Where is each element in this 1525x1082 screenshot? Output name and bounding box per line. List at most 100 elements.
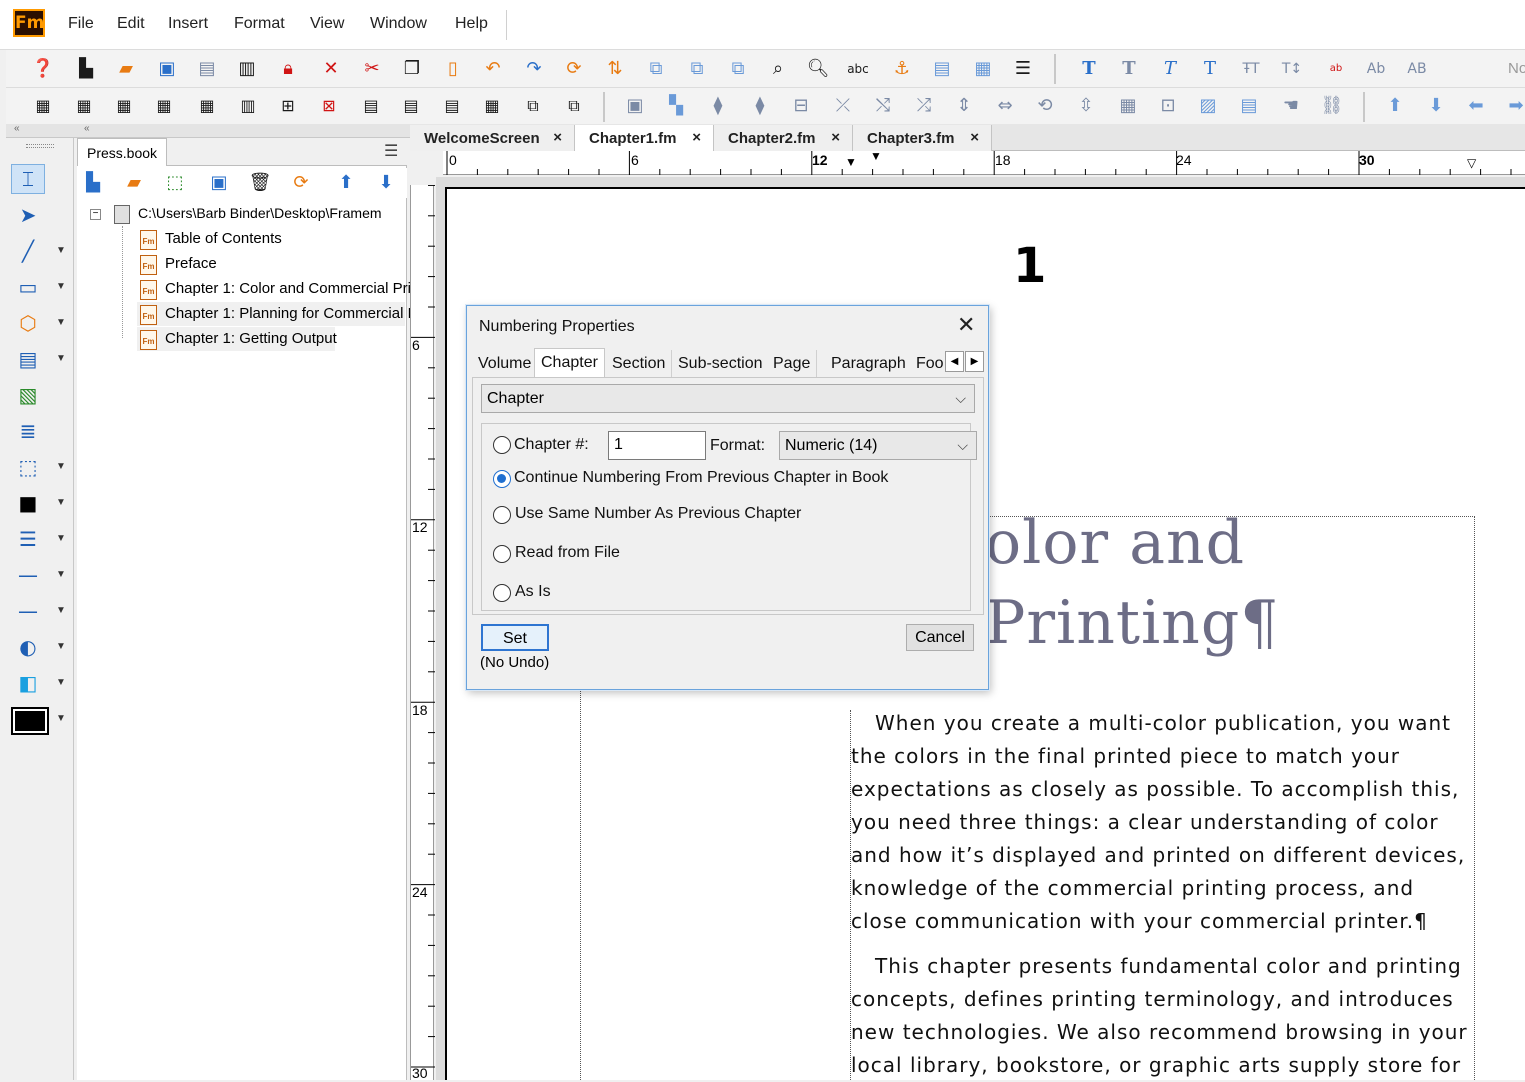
add-component-icon[interactable]: ⬚ [163, 171, 187, 195]
repeat-icon[interactable]: ⟳ [562, 57, 586, 81]
plain-t-icon[interactable]: T [1117, 57, 1141, 81]
underline-t-icon[interactable]: T [1198, 57, 1222, 81]
tint-dropdown-icon[interactable]: ▼ [56, 641, 66, 652]
chapter-heading-line2[interactable]: Printing¶ [985, 588, 1279, 658]
move-down-icon[interactable]: ⬇ [374, 171, 398, 195]
new-document-icon[interactable]: ▙ [74, 57, 98, 81]
horizontal-ruler[interactable]: 0 6 12 18 24 30 ▼ ▼ ▽ [443, 149, 1525, 175]
scroll-right-icon[interactable]: ▶ [965, 351, 984, 372]
fill-dropdown-icon[interactable]: ▼ [56, 497, 66, 508]
redo-icon[interactable]: ↷ [522, 57, 546, 81]
book-item-chapter2[interactable]: Chapter 1: Planning for Commercial F [165, 305, 417, 322]
smooth-icon[interactable]: ⤭ [871, 94, 895, 118]
import-icon[interactable]: ⧉ [644, 57, 668, 81]
add-file-icon[interactable]: ▙ [81, 171, 105, 195]
arrow-down-icon[interactable]: ⬇ [1424, 94, 1448, 118]
body-paragraph-1[interactable]: When you create a multi-color publicatio… [851, 707, 1473, 938]
body-paragraph-2[interactable]: This chapter presents fundamental color … [851, 950, 1473, 1082]
option-read-from-file[interactable]: Read from File [515, 544, 620, 562]
close-icon[interactable]: × [970, 129, 979, 146]
send-back-icon[interactable]: ⧫ [748, 94, 772, 118]
object-properties-icon[interactable]: ▨ [1196, 94, 1220, 118]
chapter-heading-line1[interactable]: olor and [985, 508, 1245, 578]
superscript-icon[interactable]: ŦT [1239, 57, 1263, 81]
rectangle-tool-dropdown-icon[interactable]: ▼ [56, 281, 66, 292]
menu-edit[interactable]: Edit [117, 15, 145, 33]
option-same-number[interactable]: Use Same Number As Previous Chapter [515, 505, 801, 523]
palette-grip[interactable] [26, 144, 54, 148]
text-frame-tool-icon[interactable]: ▤ [11, 344, 45, 374]
arrow-right-icon[interactable]: ➡ [1504, 94, 1525, 118]
table-top-icon[interactable]: ▤ [359, 94, 383, 118]
polygon-tool-dropdown-icon[interactable]: ▼ [56, 317, 66, 328]
paste-icon[interactable]: ▯ [441, 57, 465, 81]
close-icon[interactable]: × [692, 129, 701, 146]
option-as-is[interactable]: As Is [515, 583, 551, 601]
distribute-icon[interactable]: ▦ [1116, 94, 1140, 118]
dash-pattern-tool-icon[interactable]: — [11, 596, 45, 626]
radio-read-from-file[interactable] [493, 545, 511, 563]
menu-file[interactable]: File [68, 15, 94, 33]
menu-insert[interactable]: Insert [168, 15, 208, 33]
spelling-swap-icon[interactable]: ⇅ [603, 57, 627, 81]
undo-icon[interactable]: ↶ [481, 57, 505, 81]
group-icon[interactable]: ▣ [623, 94, 647, 118]
tab-volume[interactable]: Volume [472, 350, 539, 378]
indent-marker-icon[interactable]: ▼ [845, 155, 857, 169]
selection-marquee-tool-icon[interactable]: ⬚ [11, 452, 45, 482]
line-end-tool-icon[interactable]: — [11, 560, 45, 590]
cross-ref-icon[interactable]: ⧉ [726, 57, 750, 81]
line-tool-dropdown-icon[interactable]: ▼ [56, 245, 66, 256]
unsmooth-icon[interactable]: ⤮ [912, 94, 936, 118]
menu-window[interactable]: Window [370, 15, 427, 33]
tab-sub-section[interactable]: Sub-section [672, 350, 770, 378]
flip-vertical-icon[interactable]: ⇕ [952, 94, 976, 118]
tab-chapter1[interactable]: Chapter1.fm × [575, 125, 714, 151]
link-break-icon[interactable]: ⛓︎ [1320, 94, 1344, 118]
close-icon[interactable]: × [831, 129, 840, 146]
cut-icon[interactable]: ✂ [360, 57, 384, 81]
fill-tool-icon[interactable]: ■ [11, 488, 45, 518]
book-save-icon[interactable]: ▣ [207, 171, 231, 195]
tree-collapse-icon[interactable]: − [90, 209, 101, 220]
pen-width-tool-icon[interactable]: ☰ [11, 524, 45, 554]
book-item-chapter1[interactable]: Chapter 1: Color and Commercial Pri [165, 280, 411, 297]
option-continue-numbering[interactable]: Continue Numbering From Previous Chapter… [514, 469, 888, 487]
marquee-dropdown-icon[interactable]: ▼ [56, 461, 66, 472]
print-icon[interactable]: ▥ [235, 57, 259, 81]
tab-welcome[interactable]: WelcomeScreen × [410, 125, 575, 151]
table-col-icon[interactable]: ▦ [112, 94, 136, 118]
text-line-tool-icon[interactable]: ≣ [11, 416, 45, 446]
bring-front-icon[interactable]: ⧫ [706, 94, 730, 118]
table-cell-icon[interactable]: ▦ [480, 94, 504, 118]
reshape-icon[interactable]: ⤫ [831, 94, 855, 118]
anchor-icon[interactable]: ⚓︎ [890, 57, 914, 81]
table-delete-icon[interactable]: ⊠ [317, 94, 341, 118]
table-grid-icon[interactable]: ▥ [236, 94, 260, 118]
tint-tool-icon[interactable]: ◐ [11, 632, 45, 662]
list-icon[interactable]: ☰ [1011, 57, 1035, 81]
table-paste-icon[interactable]: ⧉ [562, 94, 586, 118]
move-up-icon[interactable]: ⬆ [334, 171, 358, 195]
dash-pattern-dropdown-icon[interactable]: ▼ [56, 605, 66, 616]
add-folder-icon[interactable]: ▰ [122, 171, 146, 195]
hand-icon[interactable]: ☚ [1279, 94, 1303, 118]
polygon-tool-icon[interactable]: ⬡ [11, 308, 45, 338]
text-frame-icon[interactable]: ▤ [930, 57, 954, 81]
text-select-tool-icon[interactable]: ⌶ [11, 164, 45, 194]
scroll-left-icon[interactable]: ◀ [945, 351, 964, 372]
arrow-left-icon[interactable]: ⬅ [1464, 94, 1488, 118]
close-icon[interactable]: × [553, 129, 562, 146]
link-icon[interactable]: ⧉ [685, 57, 709, 81]
numbering-type-select[interactable]: Chapter ⌵ [481, 384, 975, 413]
cancel-button[interactable]: Cancel [906, 624, 974, 651]
table-insert-icon[interactable]: ▦ [31, 94, 55, 118]
save-as-icon[interactable]: ▤ [195, 57, 219, 81]
subscript-icon[interactable]: T↕ [1280, 57, 1304, 81]
small-caps-icon[interactable]: ab [1324, 57, 1348, 81]
capitalize-icon[interactable]: Ab [1364, 57, 1388, 81]
scale-icon[interactable]: ⇳ [1074, 94, 1098, 118]
lock-icon[interactable]: 🔒︎ [276, 57, 300, 81]
table-icon[interactable]: ▦ [971, 57, 995, 81]
line-tool-icon[interactable]: ╱ [11, 236, 45, 266]
